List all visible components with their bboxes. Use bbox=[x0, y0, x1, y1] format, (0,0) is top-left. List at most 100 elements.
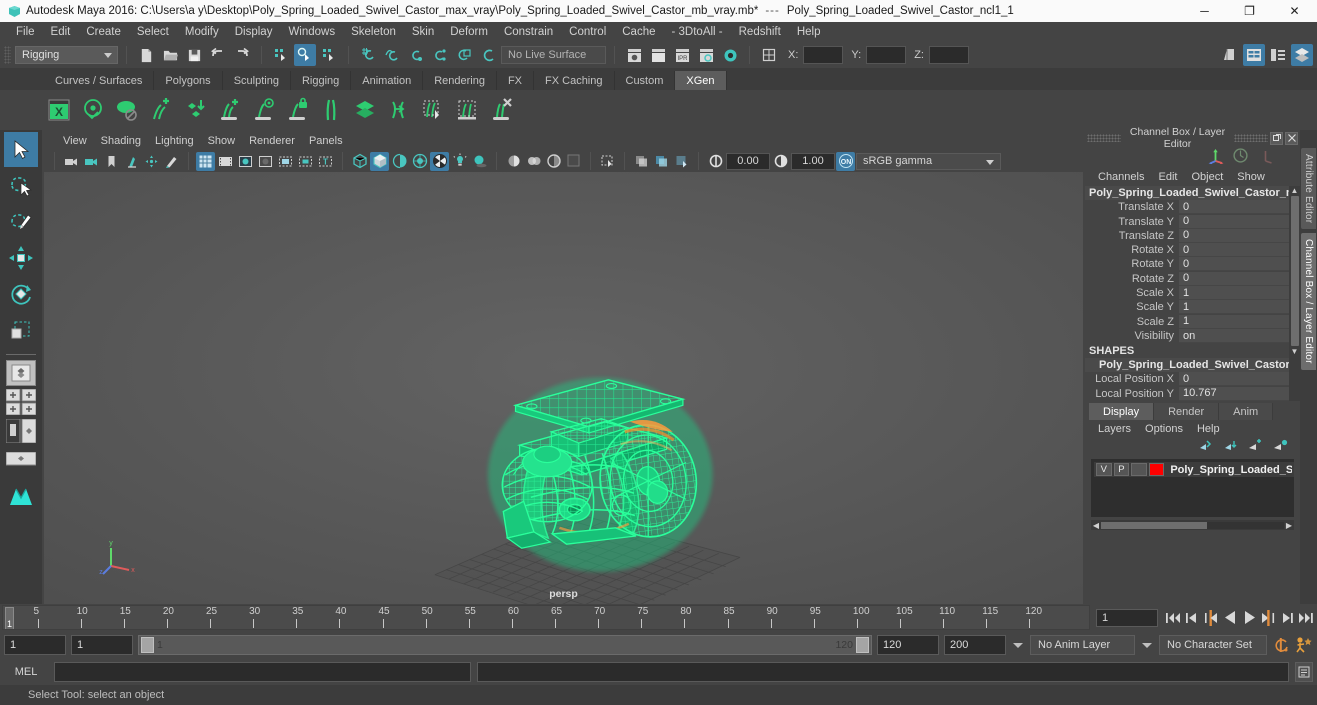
animation-preferences-icon[interactable] bbox=[1295, 635, 1313, 655]
menu-skin[interactable]: Skin bbox=[404, 24, 442, 40]
viewport-menu-shading[interactable]: Shading bbox=[94, 134, 148, 148]
safe-title-icon[interactable]: T bbox=[316, 152, 335, 171]
channel-box-scrollbar[interactable]: ▲ ▼ bbox=[1289, 186, 1300, 401]
scroll-down-icon[interactable]: ▼ bbox=[1291, 347, 1299, 356]
menu-modify[interactable]: Modify bbox=[177, 24, 227, 40]
xray-active-components-icon[interactable] bbox=[672, 152, 691, 171]
play-forwards-icon[interactable] bbox=[1240, 608, 1258, 628]
go-to-end-icon[interactable] bbox=[1297, 608, 1315, 628]
menu-windows[interactable]: Windows bbox=[280, 24, 343, 40]
viewport-menu-view[interactable]: View bbox=[56, 134, 94, 148]
snap-to-point-icon[interactable] bbox=[405, 44, 427, 66]
open-scene-icon[interactable] bbox=[159, 44, 181, 66]
snap-to-projected-center-icon[interactable] bbox=[429, 44, 451, 66]
motion-blur-icon[interactable] bbox=[524, 152, 543, 171]
side-tab-attribute-editor[interactable]: Attribute Editor bbox=[1301, 148, 1316, 230]
lasso-select-tool[interactable] bbox=[4, 168, 38, 203]
new-scene-icon[interactable] bbox=[135, 44, 157, 66]
time-cursor[interactable]: 1 bbox=[5, 607, 14, 629]
prev-layer-icon[interactable] bbox=[1198, 439, 1213, 455]
redo-icon[interactable] bbox=[231, 44, 253, 66]
xgen-layers-icon[interactable] bbox=[350, 95, 380, 125]
show-hide-channel-box-icon[interactable] bbox=[1291, 44, 1313, 66]
film-gate-icon[interactable] bbox=[216, 152, 235, 171]
range-start-handle[interactable] bbox=[141, 637, 154, 653]
gate-mask-icon[interactable] bbox=[256, 152, 275, 171]
xgen-preview-description-icon[interactable] bbox=[248, 95, 278, 125]
shelf-tab-rigging[interactable]: Rigging bbox=[290, 71, 352, 90]
snap-to-curve-icon[interactable] bbox=[381, 44, 403, 66]
coord-y-field[interactable] bbox=[866, 46, 907, 64]
next-layer-icon[interactable] bbox=[1223, 439, 1238, 455]
anim-layer-dropdown-arrow[interactable] bbox=[1011, 635, 1025, 655]
menu-control[interactable]: Control bbox=[561, 24, 614, 40]
channel-row-scale-y[interactable]: Scale Y 1 bbox=[1085, 300, 1289, 315]
color-management-selector[interactable]: sRGB gamma bbox=[856, 152, 1001, 170]
channel-row-visibility[interactable]: Visibility on bbox=[1085, 329, 1289, 344]
range-start-field[interactable]: 1 bbox=[71, 635, 133, 655]
shelf-tab-rendering[interactable]: Rendering bbox=[423, 71, 497, 90]
animation-end-field[interactable]: 200 bbox=[944, 635, 1006, 655]
scroll-right-icon[interactable]: ▶ bbox=[1284, 521, 1294, 530]
command-input[interactable] bbox=[54, 662, 471, 682]
channel-value[interactable]: 1 bbox=[1179, 314, 1289, 329]
layer-menu-options[interactable]: Options bbox=[1138, 422, 1190, 436]
outliner-persp-layout[interactable] bbox=[4, 478, 38, 513]
side-tab-channel-box[interactable]: Channel Box / Layer Editor bbox=[1301, 233, 1316, 371]
xgen-disable-preview-icon[interactable] bbox=[112, 95, 142, 125]
auto-keyframe-icon[interactable] bbox=[1272, 635, 1290, 655]
no-manipulator-icon[interactable] bbox=[1232, 147, 1249, 167]
current-time-field[interactable]: 1 bbox=[1096, 608, 1158, 627]
scroll-left-icon[interactable]: ◀ bbox=[1091, 521, 1101, 530]
toolbar-grip[interactable] bbox=[4, 46, 11, 64]
panel-drag-handle-right[interactable] bbox=[1234, 134, 1268, 142]
move-tool[interactable] bbox=[4, 240, 38, 275]
close-icon[interactable]: ✕ bbox=[1272, 0, 1317, 22]
shelf-tab-curves-surfaces[interactable]: Curves / Surfaces bbox=[44, 71, 155, 90]
grid-toggle-icon[interactable] bbox=[196, 151, 215, 171]
layer-list-scrollbar[interactable]: ◀ ▶ bbox=[1091, 520, 1294, 530]
channel-value[interactable]: 0 bbox=[1179, 271, 1289, 286]
menu-skeleton[interactable]: Skeleton bbox=[343, 24, 404, 40]
channel-value[interactable]: 10.767 bbox=[1179, 386, 1289, 401]
make-live-icon[interactable] bbox=[477, 44, 499, 66]
viewport-menu-show[interactable]: Show bbox=[201, 134, 243, 148]
menu-help[interactable]: Help bbox=[789, 24, 829, 40]
menu-select[interactable]: Select bbox=[129, 24, 177, 40]
script-editor-icon[interactable] bbox=[1295, 662, 1313, 682]
xgen-add-description-icon[interactable] bbox=[214, 95, 244, 125]
channel-row-rotate-z[interactable]: Rotate Z 0 bbox=[1085, 271, 1289, 286]
layer-playback-toggle[interactable]: P bbox=[1113, 463, 1130, 476]
camera-attributes-icon[interactable] bbox=[82, 152, 101, 171]
channel-value[interactable]: 0 bbox=[1179, 243, 1289, 258]
xgen-guides-icon[interactable] bbox=[316, 95, 346, 125]
menu-file[interactable]: File bbox=[8, 24, 43, 40]
texture-mode-icon[interactable] bbox=[430, 151, 449, 171]
select-by-component-icon[interactable] bbox=[318, 44, 340, 66]
xgen-delete-icon[interactable] bbox=[486, 95, 516, 125]
single-perspective-layout[interactable] bbox=[6, 360, 36, 386]
xray-joints-icon[interactable] bbox=[652, 152, 671, 171]
multisample-aa-icon[interactable] bbox=[544, 152, 563, 171]
channel-value[interactable]: 0 bbox=[1179, 372, 1289, 387]
menu-edit[interactable]: Edit bbox=[43, 24, 79, 40]
step-forward-frame-icon[interactable] bbox=[1278, 608, 1296, 628]
shelf-tab-fx[interactable]: FX bbox=[496, 71, 535, 90]
menu-cache[interactable]: Cache bbox=[614, 24, 663, 40]
shadows-icon[interactable] bbox=[470, 152, 489, 171]
two-d-pan-zoom-icon[interactable] bbox=[142, 152, 161, 171]
channel-value[interactable]: 0 bbox=[1179, 214, 1289, 229]
show-hide-modeling-toolkit-icon[interactable] bbox=[1219, 44, 1241, 66]
move-manip-icon[interactable] bbox=[1257, 147, 1274, 167]
depth-peeling-icon[interactable] bbox=[564, 152, 583, 171]
time-slider[interactable]: 1 5 10 15 20 25 30 35 40 45 50 55 60 65 70 75 80 85 90 95 1… bbox=[2, 605, 1090, 630]
step-back-frame-icon[interactable] bbox=[1183, 608, 1201, 628]
viewport-menu-renderer[interactable]: Renderer bbox=[242, 134, 302, 148]
menu-redshift[interactable]: Redshift bbox=[731, 24, 789, 40]
select-camera-icon[interactable] bbox=[62, 152, 81, 171]
grease-pencil-icon[interactable] bbox=[162, 152, 181, 171]
channel-row-scale-z[interactable]: Scale Z 1 bbox=[1085, 314, 1289, 329]
play-backwards-icon[interactable] bbox=[1221, 608, 1239, 628]
channel-row-local-position-y[interactable]: Local Position Y 10.767 bbox=[1085, 386, 1289, 401]
animation-start-field[interactable]: 1 bbox=[4, 635, 66, 655]
